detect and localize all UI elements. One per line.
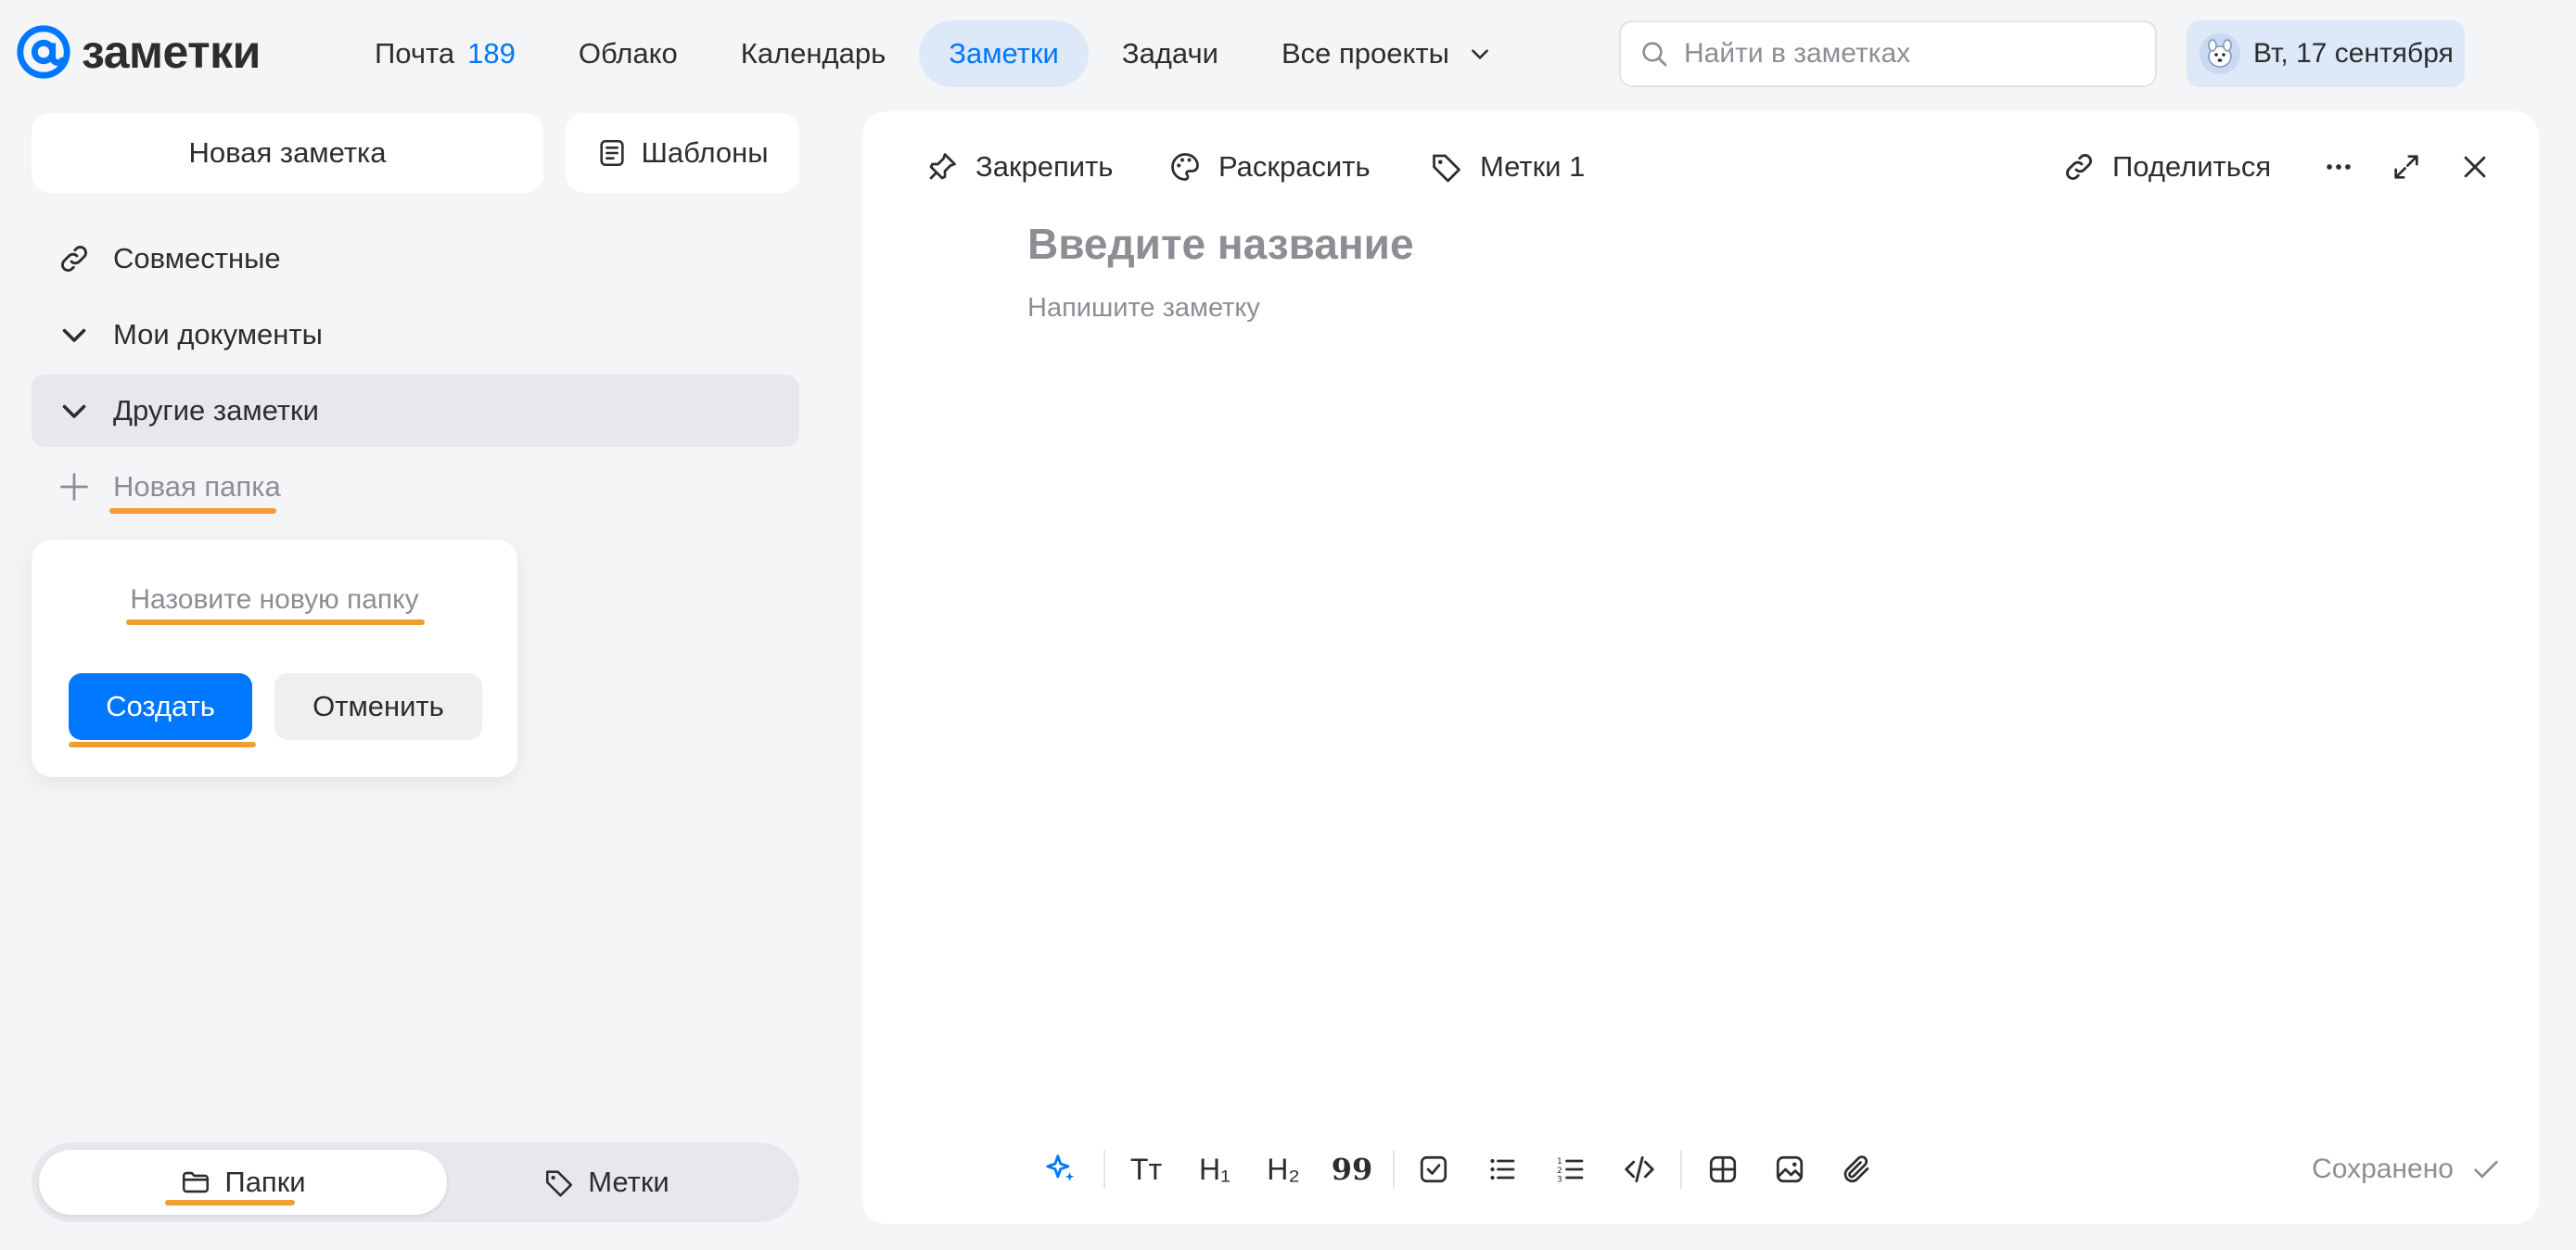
new-note-button[interactable]: Новая заметка — [32, 113, 543, 193]
folder-icon — [180, 1167, 211, 1198]
toolbar-divider — [1680, 1150, 1682, 1189]
more-options-icon[interactable] — [2313, 132, 2365, 202]
ai-sparkle-icon[interactable] — [1035, 1137, 1087, 1202]
tag-icon — [1430, 150, 1463, 184]
toolbar-divider — [1103, 1150, 1105, 1189]
nav-tasks[interactable]: Задачи — [1092, 20, 1248, 87]
share-button[interactable]: Поделиться — [2062, 132, 2271, 202]
tags-label: Метки 1 — [1480, 150, 1586, 183]
tags-button[interactable]: Метки 1 — [1430, 132, 1585, 202]
color-button[interactable]: Раскрасить — [1168, 132, 1371, 202]
document-icon — [596, 137, 628, 169]
pin-icon — [925, 150, 959, 184]
note-editor: Закрепить Раскрасить Метки 1 Поделиться — [862, 111, 2539, 1224]
editor-toolbar: Закрепить Раскрасить Метки 1 Поделиться — [862, 132, 2539, 202]
table-icon[interactable] — [1697, 1137, 1749, 1202]
bullet-list-icon[interactable] — [1476, 1137, 1528, 1202]
highlight-underline — [165, 1200, 295, 1205]
search-icon — [1639, 39, 1669, 69]
templates-button[interactable]: Шаблоны — [566, 113, 799, 193]
templates-label: Шаблоны — [641, 136, 769, 169]
cancel-button[interactable]: Отменить — [274, 673, 482, 740]
top-nav: Почта 189 Облако Календарь Заметки Задач… — [345, 20, 1522, 87]
mascot-avatar — [2200, 33, 2240, 74]
nav-cloud-label: Облако — [578, 37, 678, 70]
tab-tags[interactable]: Метки — [421, 1150, 792, 1215]
nav-tasks-label: Задачи — [1121, 37, 1218, 70]
pin-label: Закрепить — [976, 150, 1114, 183]
date-widget[interactable]: Вт, 17 сентября — [2187, 20, 2465, 87]
chevron-down-icon[interactable] — [57, 318, 91, 351]
logo-text: заметки — [82, 26, 261, 78]
save-status: Сохранено — [2312, 1137, 2502, 1202]
nav-calendar[interactable]: Календарь — [711, 20, 915, 87]
nav-mail-label: Почта — [375, 37, 455, 70]
chevron-down-icon — [1468, 42, 1492, 66]
sidebar-item-my-documents[interactable]: Мои документы — [32, 299, 799, 371]
sidebar-item-label: Совместные — [113, 242, 281, 274]
check-icon — [2470, 1154, 2502, 1185]
nav-all-projects[interactable]: Все проекты — [1252, 20, 1522, 87]
toolbar-divider — [1393, 1150, 1395, 1189]
highlight-underline — [126, 619, 425, 625]
at-sign-icon — [15, 23, 72, 81]
highlight-underline — [69, 742, 256, 747]
sidebar-item-label: Другие заметки — [113, 394, 319, 427]
text-size-button[interactable]: Тт — [1120, 1137, 1172, 1202]
search-input[interactable] — [1684, 38, 2129, 70]
tab-folders-label: Папки — [224, 1166, 306, 1198]
link-icon — [2062, 150, 2096, 184]
sidebar-item-other-notes[interactable]: Другие заметки — [32, 375, 799, 447]
pin-button[interactable]: Закрепить — [925, 132, 1113, 202]
svg-text:2: 2 — [1557, 1167, 1562, 1176]
top-header: заметки Почта 189 Облако Календарь Замет… — [0, 0, 2576, 104]
nav-mail[interactable]: Почта 189 — [345, 20, 545, 87]
palette-icon — [1168, 150, 1202, 184]
checkbox-icon[interactable] — [1408, 1137, 1460, 1202]
code-icon[interactable] — [1613, 1137, 1665, 1202]
highlight-underline — [109, 508, 276, 514]
sidebar-item-shared[interactable]: Совместные — [32, 223, 799, 295]
color-label: Раскрасить — [1218, 150, 1371, 183]
image-icon[interactable] — [1764, 1137, 1816, 1202]
format-toolbar: Тт H₁ H₂ 99 123 Сохранено — [862, 1137, 2539, 1202]
heading2-button[interactable]: H₂ — [1257, 1137, 1309, 1202]
numbered-list-icon[interactable]: 123 — [1545, 1137, 1597, 1202]
new-folder-popup: Создать Отменить — [32, 540, 517, 777]
folder-name-input[interactable] — [32, 577, 517, 623]
chevron-down-icon[interactable] — [57, 394, 91, 427]
note-body-input[interactable] — [1027, 293, 2418, 324]
nav-calendar-label: Календарь — [740, 37, 886, 70]
attachment-icon[interactable] — [1830, 1137, 1882, 1202]
close-icon[interactable] — [2449, 132, 2501, 202]
sidebar-view-switcher: Папки Метки — [32, 1142, 799, 1222]
tab-tags-label: Метки — [588, 1166, 670, 1198]
quote-button[interactable]: 99 — [1326, 1137, 1378, 1202]
mail-unread-count: 189 — [467, 37, 516, 70]
link-icon — [57, 242, 91, 275]
svg-text:3: 3 — [1557, 1176, 1562, 1185]
nav-cloud[interactable]: Облако — [549, 20, 708, 87]
svg-text:1: 1 — [1557, 1157, 1562, 1167]
sidebar-item-label: Мои документы — [113, 318, 323, 351]
nav-notes[interactable]: Заметки — [919, 20, 1089, 87]
search-box — [1619, 20, 2157, 87]
nav-notes-label: Заметки — [949, 37, 1059, 70]
app-logo[interactable]: заметки — [15, 22, 261, 82]
save-status-label: Сохранено — [2312, 1154, 2454, 1184]
plus-icon — [57, 470, 91, 504]
create-folder-button[interactable]: Создать — [69, 673, 252, 740]
tag-icon — [543, 1167, 575, 1198]
sidebar-item-label: Новая папка — [113, 470, 281, 503]
heading1-button[interactable]: H₁ — [1189, 1137, 1241, 1202]
expand-icon[interactable] — [2380, 132, 2432, 202]
nav-all-projects-label: Все проекты — [1281, 37, 1449, 70]
current-date: Вт, 17 сентября — [2253, 38, 2454, 69]
share-label: Поделиться — [2112, 150, 2272, 183]
note-title-input[interactable] — [1027, 219, 2418, 269]
